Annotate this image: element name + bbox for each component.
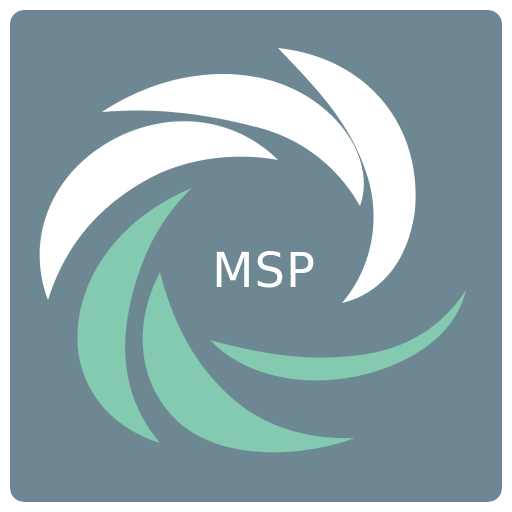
app-icon-canvas: MSP [0, 0, 512, 512]
swirl-logo-icon: MSP [10, 10, 502, 502]
app-icon[interactable]: MSP [10, 10, 502, 502]
app-icon-label: MSP [212, 243, 316, 299]
